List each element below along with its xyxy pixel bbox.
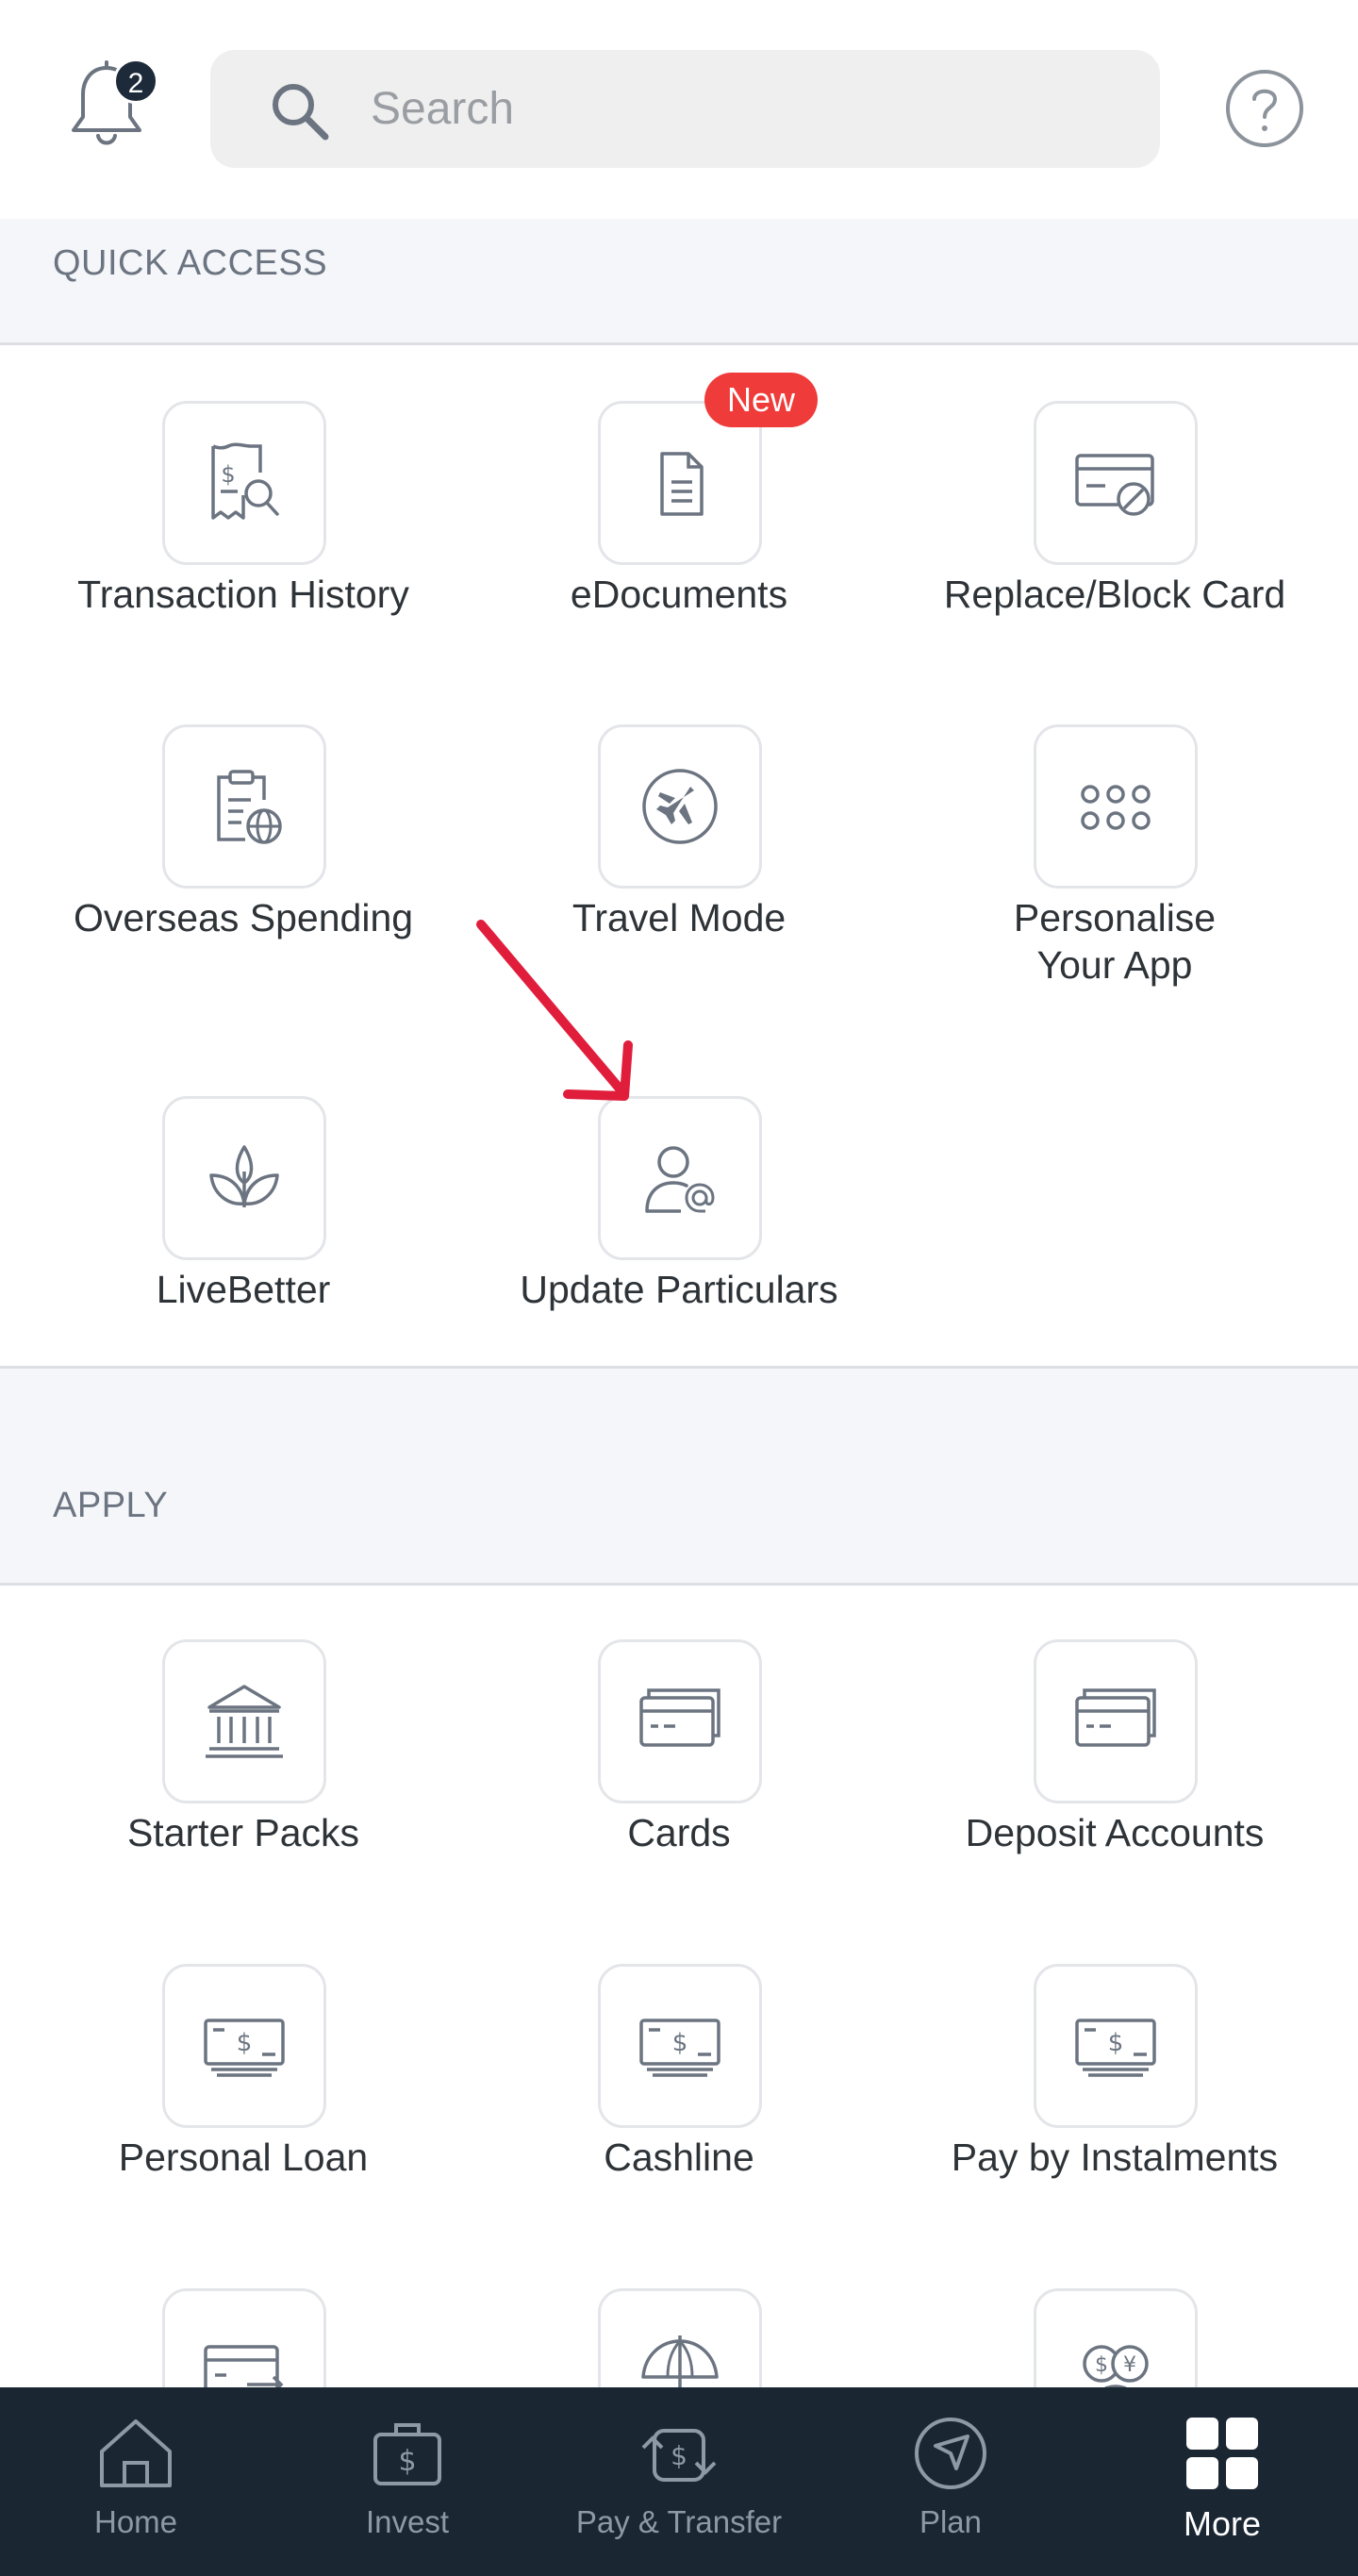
clipboard-globe-icon — [217, 770, 282, 844]
receipt-search-icon: $ — [211, 442, 279, 520]
nav-label: Invest — [365, 2504, 450, 2539]
tile-label: Replace/Block Card — [943, 573, 1286, 616]
quick-access-header: QUICK ACCESS — [0, 219, 1358, 345]
notification-button[interactable]: 2 — [64, 58, 158, 153]
briefcase-dollar-icon: $ — [373, 2423, 441, 2485]
tile-label: Personal Loan — [118, 2136, 369, 2179]
cards-icon — [639, 1688, 720, 1747]
svg-text:$: $ — [221, 461, 235, 488]
tile-box — [1034, 724, 1198, 889]
grid-icon — [1186, 2418, 1258, 2489]
plant-icon — [209, 1145, 279, 1207]
card-block-icon — [1075, 454, 1154, 516]
svg-text:$: $ — [672, 2029, 688, 2057]
cards-icon — [1075, 1688, 1156, 1747]
airplane-icon — [642, 769, 718, 844]
tile-label: Personalise Your App — [1013, 896, 1217, 987]
nav-home[interactable]: Home — [0, 2387, 272, 2576]
tile-label: Cards — [627, 1811, 731, 1854]
tile-label: Overseas Spending — [73, 896, 414, 939]
tile-box: $ — [162, 1964, 326, 2128]
tile-label: Cashline — [604, 2136, 754, 2179]
tile-box — [162, 1096, 326, 1260]
search-icon — [273, 84, 329, 141]
tile-label: Starter Packs — [126, 1811, 360, 1854]
help-icon[interactable] — [1224, 68, 1305, 149]
tile-box — [162, 724, 326, 889]
tile-label: Update Particulars — [520, 1268, 838, 1311]
tile-label: Pay by Instalments — [951, 2136, 1279, 2179]
bottom-nav: Home $ Invest $ Pay & Transfer Plan More — [0, 2387, 1358, 2576]
bank-icon — [206, 1685, 283, 1758]
search-placeholder: Search — [371, 84, 515, 134]
notification-count-badge: 2 — [113, 58, 158, 104]
new-badge: New — [704, 373, 818, 427]
tile-box: $ — [162, 401, 326, 565]
tile-box — [1034, 401, 1198, 565]
nav-pay-transfer[interactable]: $ Pay & Transfer — [543, 2387, 815, 2576]
tile-box — [598, 1639, 762, 1803]
cash-icon: $ — [639, 2019, 720, 2077]
tile-box: $ — [598, 1964, 762, 2128]
tile-box — [598, 724, 762, 889]
apply-title: APPLY — [53, 1486, 169, 1525]
top-header: 2 Search — [0, 0, 1358, 219]
cash-icon: $ — [204, 2019, 285, 2077]
nav-label: Pay & Transfer — [575, 2504, 783, 2539]
quick-access-title: QUICK ACCESS — [53, 243, 328, 283]
tile-label: eDocuments — [570, 573, 788, 616]
nav-label: More — [1183, 2504, 1262, 2543]
svg-text:¥: ¥ — [1123, 2353, 1136, 2377]
cash-icon: $ — [1075, 2019, 1156, 2077]
svg-text:$: $ — [237, 2029, 253, 2057]
compass-icon — [915, 2418, 986, 2489]
transfer-icon: $ — [641, 2429, 717, 2482]
tile-box — [162, 1639, 326, 1803]
svg-text:$: $ — [1108, 2029, 1124, 2057]
tile-box — [1034, 1639, 1198, 1803]
tile-label: LiveBetter — [156, 1268, 331, 1311]
svg-text:$: $ — [398, 2445, 416, 2478]
annotation-arrow — [476, 920, 633, 1101]
nav-label: Plan — [919, 2504, 983, 2539]
nav-label: Home — [93, 2504, 178, 2539]
search-bar[interactable]: Search — [210, 50, 1160, 168]
tile-label: Transaction History — [77, 573, 409, 616]
user-at-icon — [645, 1146, 715, 1213]
svg-text:$: $ — [1095, 2353, 1108, 2377]
document-icon — [660, 452, 704, 516]
home-icon — [100, 2419, 172, 2487]
more-page: 2 Search QUICK ACCESS $ Transaction Hist… — [0, 0, 1358, 2576]
nav-more[interactable]: More — [1086, 2387, 1358, 2576]
nav-plan[interactable]: Plan — [815, 2387, 1086, 2576]
tile-box: $ — [1034, 1964, 1198, 2128]
dots-grid-icon — [1081, 785, 1151, 830]
svg-text:$: $ — [671, 2440, 687, 2471]
tile-label: Deposit Accounts — [965, 1811, 1265, 1854]
apply-header: APPLY — [0, 1369, 1358, 1586]
nav-invest[interactable]: $ Invest — [272, 2387, 543, 2576]
